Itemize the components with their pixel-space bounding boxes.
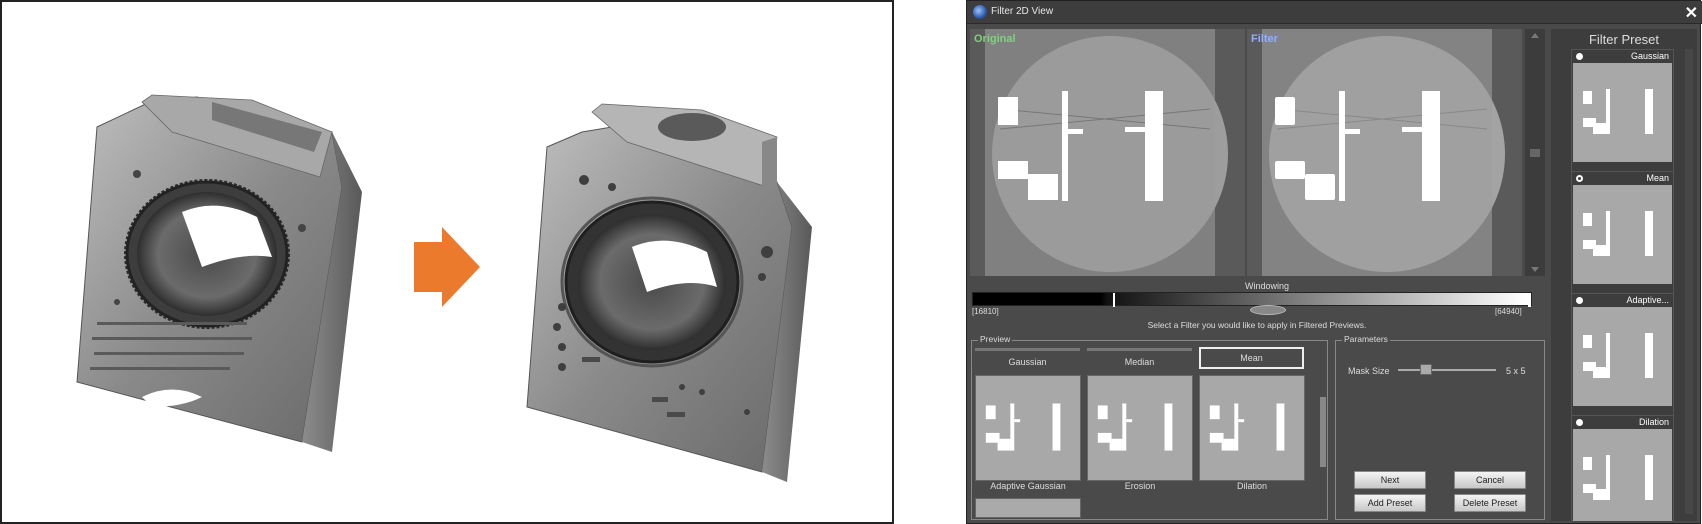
filter-view[interactable]: Filter	[1247, 29, 1522, 276]
add-preset-button[interactable]: Add Preset	[1354, 494, 1426, 512]
preview-thumb-adaptive-gaussian[interactable]	[975, 375, 1081, 481]
scroll-down-icon[interactable]	[1531, 267, 1539, 272]
preset-thumb	[1573, 307, 1672, 406]
preview-thumb-dilation[interactable]	[1199, 375, 1305, 481]
preset-scrollbar[interactable]	[1685, 49, 1693, 514]
comparison-image-panel	[0, 0, 894, 524]
preview-group-label: Preview	[978, 334, 1013, 344]
preview-scrollbar[interactable]	[1319, 347, 1327, 517]
scroll-up-icon[interactable]	[1531, 33, 1539, 38]
preset-item-gaussian[interactable]: Gaussian	[1571, 49, 1674, 175]
close-icon[interactable]: ✕	[1685, 3, 1698, 23]
original-label: Original	[974, 33, 1016, 45]
app-globe-icon	[973, 5, 987, 19]
cancel-button[interactable]: Cancel	[1454, 471, 1526, 489]
tab-gaussian[interactable]: Gaussian	[975, 348, 1080, 368]
preview-group: Preview Gaussian Median Mean Adaptive Ga…	[971, 334, 1328, 520]
next-button[interactable]: Next	[1354, 471, 1426, 489]
mask-size-value: 5 x 5	[1506, 366, 1526, 376]
windowing-max-value: [64940]	[1495, 307, 1522, 316]
preset-thumb	[1573, 63, 1672, 162]
window-min-marker[interactable]	[1113, 293, 1115, 307]
tab-mean[interactable]: Mean	[1199, 347, 1304, 369]
window-title: Filter 2D View	[991, 6, 1054, 17]
preset-name: Adaptive...	[1626, 295, 1669, 305]
filter-label: Filter	[1251, 33, 1278, 45]
instruction-text: Select a Filter you would like to apply …	[1147, 320, 1367, 330]
preview-scroll-thumb[interactable]	[1320, 397, 1326, 467]
ct-slice-filtered	[1247, 29, 1522, 276]
preview-thumb-erosion[interactable]	[1087, 375, 1193, 481]
preset-name: Dilation	[1638, 417, 1669, 427]
preview-caption-dilation: Dilation	[1236, 481, 1267, 491]
mask-size-slider-thumb[interactable]	[1420, 364, 1432, 375]
scroll-thumb[interactable]	[1530, 149, 1540, 157]
preview-caption-adaptive-gaussian: Adaptive Gaussian	[990, 481, 1066, 491]
arrow-right-icon	[414, 227, 480, 307]
windowing-handle[interactable]	[1250, 305, 1286, 315]
preset-radio-dilation[interactable]	[1576, 419, 1583, 426]
filtered-part-render	[526, 103, 812, 482]
tab-median[interactable]: Median	[1087, 348, 1192, 368]
preview-thumb-next-row[interactable]	[975, 498, 1081, 518]
preset-radio-adaptive[interactable]	[1576, 297, 1583, 304]
ct-slice-original	[970, 29, 1245, 276]
preset-item-mean[interactable]: Mean	[1571, 171, 1674, 297]
preset-radio-mean[interactable]	[1576, 175, 1583, 182]
mask-size-slider-track[interactable]	[1398, 369, 1496, 371]
preset-thumb	[1573, 429, 1672, 521]
title-bar: Filter 2D View ✕	[967, 1, 1702, 24]
preset-thumb	[1573, 185, 1672, 284]
preset-name: Mean	[1646, 173, 1669, 183]
filter-preset-title: Filter Preset	[1588, 32, 1660, 47]
delete-preset-button[interactable]: Delete Preset	[1454, 494, 1526, 512]
original-view[interactable]: Original	[970, 29, 1245, 276]
noisy-part-render	[76, 94, 362, 452]
preset-name: Gaussian	[1630, 51, 1669, 61]
windowing-gradient-bar[interactable]	[972, 292, 1532, 307]
preset-item-adaptive[interactable]: Adaptive...	[1571, 293, 1674, 419]
parameters-group: Parameters Mask Size 5 x 5 Next Cancel A…	[1335, 334, 1545, 520]
preset-item-dilation[interactable]: Dilation	[1571, 415, 1674, 521]
preset-radio-gaussian[interactable]	[1576, 53, 1583, 60]
mask-size-label: Mask Size	[1348, 366, 1390, 376]
windowing-min-value: [16810]	[972, 307, 999, 316]
window-max-marker[interactable]	[1528, 293, 1531, 307]
views-scrollbar[interactable]	[1525, 29, 1545, 276]
filter-preset-panel: Filter Preset Gaussian Mean Adaptive... …	[1551, 29, 1697, 521]
windowing-label: Windowing	[1244, 281, 1290, 291]
parameters-group-label: Parameters	[1342, 334, 1390, 344]
part-before-after-illustration	[76, 94, 812, 482]
preview-caption-erosion: Erosion	[1124, 481, 1156, 491]
filter-2d-view-window: Filter 2D View ✕ Original Filter Windowi…	[966, 0, 1702, 524]
